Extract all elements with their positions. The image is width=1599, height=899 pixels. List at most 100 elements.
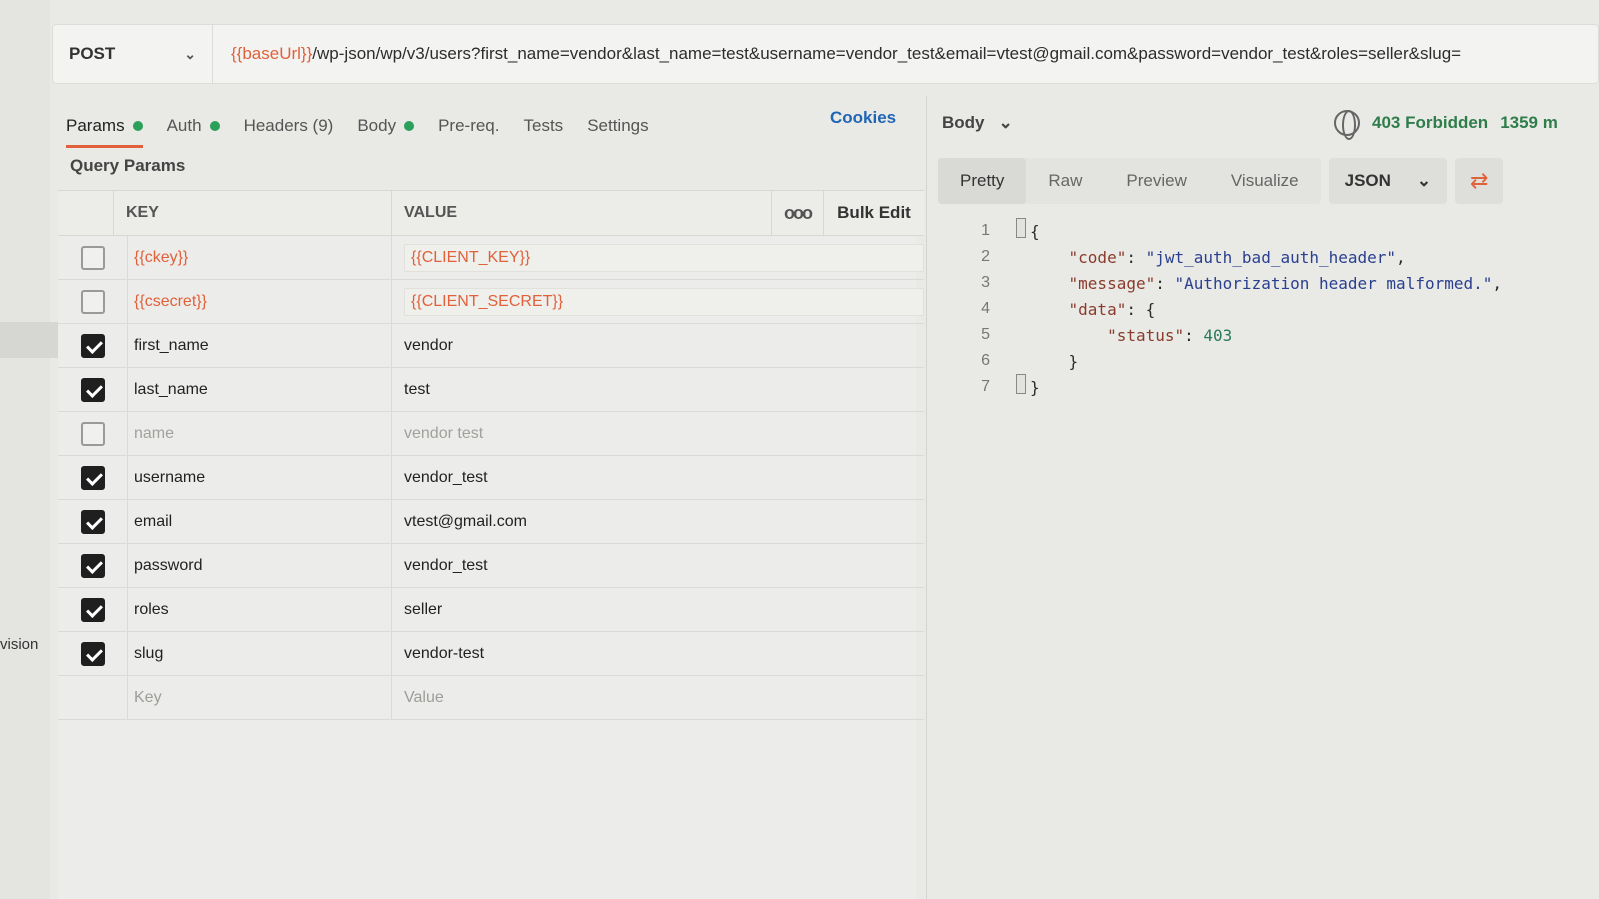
line-number: 5 [981,326,990,343]
response-body-select[interactable]: Body ⌄ [942,113,1013,133]
method-select[interactable]: POST ⌄ [53,25,213,83]
status-code[interactable]: 403 Forbidden [1372,113,1488,133]
view-tab-raw[interactable]: Raw [1026,158,1104,204]
format-select[interactable]: JSON ⌄ [1328,158,1448,204]
code-line: 4 "data": { [960,296,1502,322]
checkbox-cell [58,236,128,279]
checkbox-cell [58,544,128,587]
code-text: "message": "Authorization header malform… [1068,273,1503,293]
tab-label: Headers (9) [243,116,334,135]
pane-divider[interactable] [926,96,927,899]
param-value[interactable]: vendor test [392,412,924,455]
sidebar-partial-label[interactable]: vision [0,636,38,653]
active-indicator-dot [404,121,415,131]
param-key[interactable]: username [128,456,392,499]
param-key[interactable]: slug [128,632,392,675]
checkbox-cell [58,324,128,367]
line-number: 6 [981,352,990,369]
table-row: last_name test [58,368,924,412]
checkbox-cell [58,632,128,675]
param-enabled-checkbox[interactable] [80,421,105,446]
wrap-lines-icon[interactable]: ⇄ [1455,158,1504,204]
new-key-input[interactable]: Key [128,676,392,719]
response-toolbar: Pretty Raw Preview Visualize JSON ⌄ ⇄ [938,156,1528,206]
tab-headers-9[interactable]: Headers (9) [244,106,334,146]
param-value[interactable]: vtest@gmail.com [392,500,924,543]
param-enabled-checkbox[interactable] [80,641,105,666]
tab-body[interactable]: Body [357,106,415,146]
tab-pre-req[interactable]: Pre-req. [438,106,499,146]
param-enabled-checkbox[interactable] [80,377,105,402]
param-value[interactable]: vendor-test [392,632,924,675]
param-enabled-checkbox[interactable] [80,245,105,270]
param-key[interactable]: password [128,544,392,587]
sidebar-selected-item[interactable] [0,322,62,358]
param-enabled-checkbox[interactable] [80,289,105,314]
param-enabled-checkbox[interactable] [80,333,105,358]
url-input[interactable]: {{baseUrl}}/wp-json/wp/v3/users?first_na… [213,44,1461,64]
response-header: Body ⌄ 403 Forbidden 1359 m [942,108,1599,140]
param-value[interactable]: vendor_test [392,456,924,499]
param-value[interactable]: vendor_test [392,544,924,587]
table-row: first_name vendor [58,324,924,368]
param-key[interactable]: roles [128,588,392,631]
param-enabled-checkbox[interactable] [80,509,105,534]
param-enabled-checkbox[interactable] [80,553,105,578]
response-status: 403 Forbidden 1359 m [1334,110,1558,140]
cookies-link[interactable]: Cookies [830,108,896,128]
checkbox-cell [58,456,128,499]
bulk-edit-button[interactable]: Bulk Edit [824,191,924,235]
tab-label: Params [66,116,125,135]
table-row: slug vendor-test [58,632,924,676]
param-value[interactable]: {{CLIENT_KEY}} [392,236,924,279]
method-label: POST [69,44,116,63]
table-row: {{csecret}} {{CLIENT_SECRET}} [58,280,924,324]
param-key[interactable]: {{csecret}} [128,280,392,323]
param-value[interactable]: test [392,368,924,411]
param-key[interactable]: email [128,500,392,543]
checkbox-cell [58,588,128,631]
tab-label: Body [357,116,397,135]
response-view-tabs: Pretty Raw Preview Visualize [938,158,1321,204]
param-value[interactable]: {{CLIENT_SECRET}} [392,280,924,323]
globe-icon[interactable] [1334,110,1360,140]
response-time[interactable]: 1359 m [1500,113,1558,133]
tab-label: Settings [587,116,649,135]
view-tab-pretty[interactable]: Pretty [938,158,1027,204]
url-base-variable: {{baseUrl}} [231,44,313,63]
table-row: name vendor test [58,412,924,456]
active-indicator-dot [132,121,143,131]
param-key[interactable]: name [128,412,392,455]
key-header: KEY [114,191,392,235]
params-table-header: KEY VALUE ooo Bulk Edit [58,190,924,236]
header-checkbox-cell [58,191,114,235]
param-value-text: {{CLIENT_SECRET}} [404,287,924,316]
param-value[interactable]: vendor [392,324,924,367]
tab-settings[interactable]: Settings [587,106,648,146]
code-text: } [1030,377,1040,397]
new-value-input[interactable]: Value [392,676,924,719]
params-table: KEY VALUE ooo Bulk Edit {{ckey}} {{CLIENT… [58,190,924,720]
param-key[interactable]: first_name [128,324,392,367]
tab-tests[interactable]: Tests [524,106,564,146]
tab-label: Pre-req. [438,116,500,135]
code-text: "data": { [1068,299,1156,319]
code-line: 6 } [960,348,1502,374]
tab-auth[interactable]: Auth [167,106,220,146]
checkbox-cell [58,500,128,543]
value-header: VALUE [392,191,772,235]
view-tab-preview[interactable]: Preview [1104,158,1208,204]
code-line: 2 "code": "jwt_auth_bad_auth_header", [960,244,1502,270]
view-tab-visualize[interactable]: Visualize [1209,158,1321,204]
more-options-icon[interactable]: ooo [772,191,824,235]
tab-params[interactable]: Params [66,106,143,148]
table-row: {{ckey}} {{CLIENT_KEY}} [58,236,924,280]
code-line: 1{ [960,218,1502,244]
table-row: roles seller [58,588,924,632]
param-key[interactable]: {{ckey}} [128,236,392,279]
line-number: 4 [981,300,990,317]
param-enabled-checkbox[interactable] [80,465,105,490]
param-key[interactable]: last_name [128,368,392,411]
param-enabled-checkbox[interactable] [80,597,105,622]
param-value[interactable]: seller [392,588,924,631]
